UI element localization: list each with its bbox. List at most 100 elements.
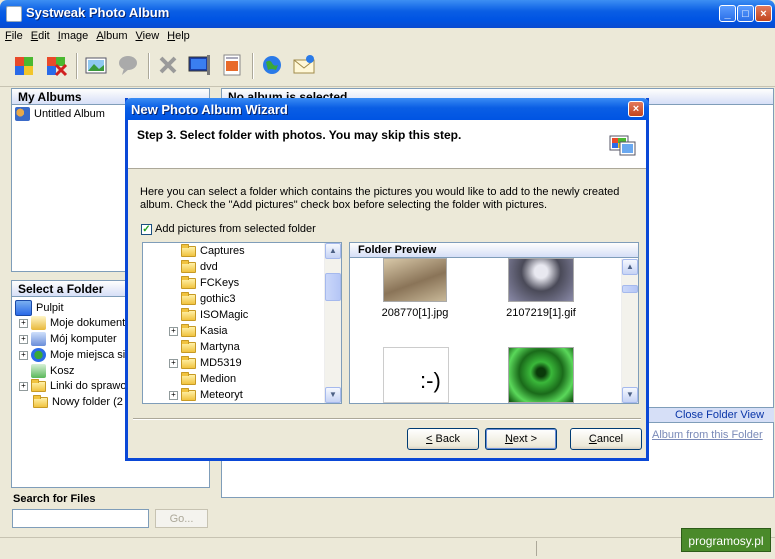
print-icon[interactable]	[220, 53, 244, 77]
new-photo-album-wizard: New Photo Album Wizard × Step 3. Select …	[125, 98, 649, 461]
desktop-icon	[15, 300, 32, 316]
folder-tree: Captures dvd FCKeys gothic3 ISOMagic + Ka…	[142, 242, 342, 404]
tree-scrollbar[interactable]: ▲ ▼	[324, 243, 341, 403]
folder-icon	[33, 394, 48, 408]
folder-icon	[181, 259, 196, 273]
wizard-title-bar: New Photo Album Wizard ×	[125, 98, 649, 120]
close-button[interactable]: ×	[755, 5, 772, 22]
network-icon	[31, 348, 46, 362]
folder-item-recycle-bin[interactable]: Kosz	[31, 364, 74, 379]
new-album-icon[interactable]	[12, 53, 36, 77]
menu-edit[interactable]: Edit	[26, 28, 53, 42]
wizard-header: Step 3. Select folder with photos. You m…	[128, 120, 646, 169]
maximize-button[interactable]: □	[737, 5, 754, 22]
thumbnail-image[interactable]	[508, 258, 574, 302]
folder-item-links[interactable]: + Linki do sprawo	[19, 378, 126, 395]
back-button[interactable]: < Back	[407, 428, 479, 450]
checkbox-checkmark-icon[interactable]: ✓	[141, 223, 152, 235]
cancel-button[interactable]: Cancel	[570, 428, 642, 450]
expand-icon[interactable]: +	[169, 326, 178, 336]
expand-icon[interactable]: +	[19, 381, 28, 391]
window-title: Systweak Photo Album	[26, 5, 170, 20]
album-item[interactable]: Untitled Album	[15, 107, 105, 122]
tree-item[interactable]: dvd	[169, 259, 218, 276]
scroll-thumb[interactable]	[325, 273, 341, 301]
folder-item-network[interactable]: + Moje miejsca si	[19, 348, 125, 363]
expand-icon[interactable]: +	[19, 350, 28, 360]
folder-icon	[181, 291, 196, 305]
menu-bar: File Edit Image Album View Help	[0, 28, 775, 46]
thumbnail-image[interactable]	[383, 258, 447, 302]
menu-album[interactable]: Album	[91, 28, 130, 42]
menu-image[interactable]: Image	[53, 28, 92, 42]
thumbnail-image[interactable]	[508, 347, 574, 403]
preview-scrollbar[interactable]: ▲ ▼	[621, 259, 638, 403]
add-pictures-checkbox[interactable]: ✓ Add pictures from selected folder	[141, 223, 316, 235]
folder-icon	[181, 323, 196, 337]
tree-item[interactable]: ISOMagic	[169, 307, 248, 324]
folder-item-documents[interactable]: + Moje dokument	[19, 316, 125, 331]
thumbnail-image[interactable]: :-)	[383, 347, 449, 403]
expand-icon[interactable]: +	[19, 334, 28, 344]
tree-item[interactable]: Captures	[169, 243, 245, 260]
toolbar	[0, 46, 775, 87]
album-from-folder-link[interactable]: Album from this Folder	[652, 429, 763, 441]
watermark-badge: programosy.pl	[681, 528, 771, 552]
tree-item[interactable]: gothic3	[169, 291, 235, 308]
app-icon	[6, 6, 22, 22]
add-image-icon[interactable]	[84, 53, 108, 77]
wizard-description: Here you can select a folder which conta…	[140, 186, 620, 211]
menu-file[interactable]: File	[0, 28, 26, 42]
expand-icon[interactable]: +	[169, 390, 178, 400]
tree-item[interactable]: FCKeys	[169, 275, 239, 292]
folder-item-computer[interactable]: + Mój komputer	[19, 332, 117, 347]
comment-icon[interactable]	[116, 53, 140, 77]
status-bar	[0, 537, 775, 559]
slideshow-icon[interactable]	[188, 53, 212, 77]
tree-item[interactable]: Medion	[169, 371, 236, 388]
computer-icon	[31, 332, 46, 346]
window-title-bar: Systweak Photo Album _ □ ×	[0, 0, 775, 28]
folder-icon	[181, 355, 196, 369]
menu-view[interactable]: View	[131, 28, 163, 42]
folder-item-pulpit[interactable]: Pulpit	[15, 300, 64, 316]
documents-icon	[31, 316, 46, 330]
expand-icon[interactable]: +	[19, 318, 28, 328]
search-input[interactable]	[12, 509, 149, 528]
delete-icon[interactable]	[156, 53, 180, 77]
folder-item-new-folder[interactable]: Nowy folder (2	[33, 394, 123, 411]
folder-icon	[181, 307, 196, 321]
folder-preview: Folder Preview 208770[1].jpg 2107219[1].…	[349, 242, 639, 404]
scroll-down-icon[interactable]: ▼	[622, 387, 638, 403]
close-folder-view-link[interactable]: Close Folder View	[675, 409, 764, 421]
smiley-text: :-)	[420, 368, 441, 393]
tree-item[interactable]: + Meteoryt	[169, 387, 243, 403]
search-go-button[interactable]: Go...	[155, 509, 208, 528]
minimize-button[interactable]: _	[719, 5, 736, 22]
tree-item[interactable]: + MD5319	[169, 355, 242, 372]
folder-icon	[181, 371, 196, 385]
wizard-step: Step 3. Select folder with photos. You m…	[137, 128, 462, 142]
scroll-down-icon[interactable]: ▼	[325, 387, 341, 403]
search-title: Search for Files	[13, 493, 96, 505]
thumbnail-caption: 208770[1].jpg	[381, 307, 449, 319]
web-icon[interactable]	[260, 53, 284, 77]
wizard-close-icon[interactable]: ×	[628, 101, 644, 117]
folder-icon	[181, 275, 196, 289]
wizard-divider	[133, 418, 641, 420]
delete-album-icon[interactable]	[44, 53, 68, 77]
folder-icon	[181, 243, 196, 257]
folder-icon	[181, 387, 196, 401]
scroll-up-icon[interactable]: ▲	[325, 243, 341, 259]
users-icon	[15, 107, 30, 121]
email-icon[interactable]	[292, 53, 316, 77]
folder-icon	[31, 378, 46, 392]
scroll-up-icon[interactable]: ▲	[622, 259, 638, 275]
tree-item[interactable]: + Kasia	[169, 323, 228, 340]
photos-icon	[609, 135, 636, 156]
scroll-thumb[interactable]	[622, 285, 638, 293]
expand-icon[interactable]: +	[169, 358, 178, 368]
tree-item[interactable]: Martyna	[169, 339, 240, 356]
menu-help[interactable]: Help	[162, 28, 193, 42]
next-button[interactable]: Next >	[485, 428, 557, 450]
